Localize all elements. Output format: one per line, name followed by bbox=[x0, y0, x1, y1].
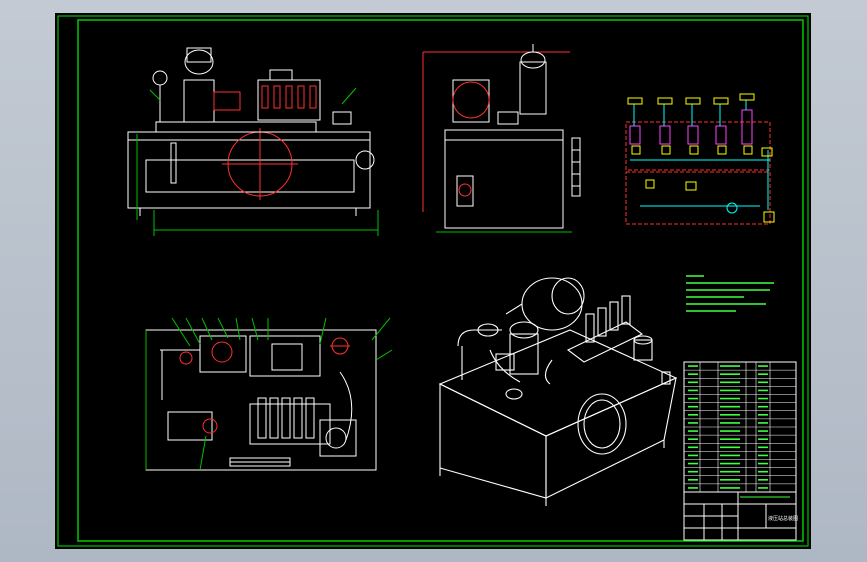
drawing-title: 液压站总装图 bbox=[768, 515, 798, 522]
drawing-sheet bbox=[55, 13, 811, 549]
cad-viewport[interactable]: 液压站总装图 bbox=[0, 0, 867, 562]
